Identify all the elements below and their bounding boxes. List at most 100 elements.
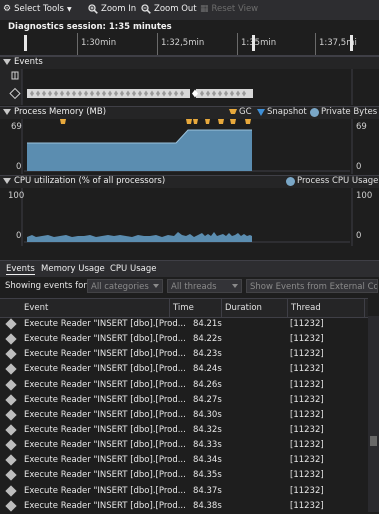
time-ruler[interactable]: 1:30min 1:32,5min 1:35min 1:37,5mi bbox=[0, 33, 379, 56]
event-cell: Execute Reader "INSERT [dbo].[Prod... bbox=[24, 394, 186, 405]
table-scrollbar[interactable] bbox=[368, 316, 379, 512]
events-track[interactable] bbox=[0, 69, 379, 105]
time-cell: 84.27s bbox=[193, 394, 222, 405]
scrollbar-thumb[interactable] bbox=[370, 436, 377, 446]
ruler-end-handle[interactable] bbox=[350, 35, 353, 51]
column-header-event[interactable]: Event bbox=[24, 303, 48, 313]
column-header-duration[interactable]: Duration bbox=[225, 303, 262, 313]
ruler-tick-label: 1:35min bbox=[241, 38, 277, 48]
table-row[interactable]: Execute Reader "INSERT [dbo].[Prod... 84.… bbox=[0, 317, 368, 332]
cpu-section-header[interactable]: CPU utilization (% of all processors) Pr… bbox=[0, 175, 379, 188]
panel-splitter[interactable] bbox=[0, 250, 379, 258]
collapse-icon[interactable] bbox=[3, 109, 11, 115]
filter-bar: Showing events for: All categories All t… bbox=[0, 277, 379, 296]
cpu-y-max-left: 100 bbox=[8, 191, 25, 201]
memory-section-header[interactable]: Process Memory (MB) GC Snapshot Private … bbox=[0, 106, 379, 119]
time-cell: 84.22s bbox=[193, 334, 222, 345]
table-row[interactable]: Execute Reader "INSERT [dbo].[Prod... 84.… bbox=[0, 438, 368, 453]
toolbar: ⚙ Select Tools ▼ Zoom In Zoom Out ▦ Rese… bbox=[0, 0, 379, 20]
cpu-section-title: CPU utilization (% of all processors) bbox=[14, 176, 166, 186]
event-cell: Execute Reader "INSERT [dbo].[Prod... bbox=[24, 379, 186, 390]
event-cell: Execute Reader "INSERT [dbo].[Prod... bbox=[24, 334, 186, 345]
zoom-out-button[interactable]: Zoom Out bbox=[141, 4, 197, 14]
table-row[interactable]: Execute Reader "INSERT [dbo].[Prod... 84.… bbox=[0, 347, 368, 362]
event-cell: Execute Reader "INSERT [dbo].[Prod... bbox=[24, 349, 186, 360]
reset-view-label: Reset View bbox=[211, 4, 259, 14]
table-row[interactable]: Execute Reader "INSERT [dbo].[Prod... 84.… bbox=[0, 362, 368, 377]
collapse-icon[interactable] bbox=[3, 178, 11, 184]
ruler-left-handle[interactable] bbox=[24, 35, 27, 51]
categories-dropdown[interactable]: All categories bbox=[87, 279, 163, 293]
thread-cell: [11232] bbox=[290, 440, 324, 451]
event-cell: Execute Reader "INSERT [dbo].[Prod... bbox=[24, 319, 186, 329]
thread-cell: [11232] bbox=[290, 409, 324, 420]
thread-cell: [11232] bbox=[290, 349, 324, 360]
column-header-thread[interactable]: Thread bbox=[291, 303, 321, 313]
session-duration: Diagnostics session: 1:35 minutes bbox=[8, 22, 172, 32]
table-row[interactable]: Execute Reader "INSERT [dbo].[Prod... 84.… bbox=[0, 423, 368, 438]
memory-chart[interactable]: 69 0 69 0 bbox=[0, 119, 379, 174]
event-diamond-icon bbox=[5, 348, 17, 360]
table-row[interactable]: Execute Reader "INSERT [dbo].[Prod... 84.… bbox=[0, 484, 368, 499]
time-cell: 84.26s bbox=[193, 379, 222, 390]
memory-y-max-right: 69 bbox=[356, 122, 367, 132]
cpu-chart[interactable]: 100 0 100 0 bbox=[0, 188, 379, 246]
table-row[interactable]: Execute Reader "INSERT [dbo].[Prod... 84.… bbox=[0, 408, 368, 423]
tab-memory-usage[interactable]: Memory Usage bbox=[41, 264, 105, 274]
table-row[interactable]: Execute Reader "INSERT [dbo].[Prod... 84.… bbox=[0, 378, 368, 393]
event-diamond-icon bbox=[5, 318, 17, 330]
event-diamond-icon bbox=[5, 500, 17, 512]
event-diamond-icon bbox=[5, 469, 17, 482]
select-tools-button[interactable]: ⚙ Select Tools ▼ bbox=[3, 4, 72, 14]
tab-events[interactable]: Events bbox=[6, 264, 35, 275]
events-track-graphic bbox=[0, 69, 353, 105]
event-cell: Execute Reader "INSERT [dbo].[Prod... bbox=[24, 364, 186, 375]
thread-cell: [11232] bbox=[290, 394, 324, 405]
events-table-body: Execute Reader "INSERT [dbo].[Prod... 84.… bbox=[0, 317, 368, 514]
snapshot-legend-icon bbox=[257, 109, 265, 116]
event-diamond-icon bbox=[5, 439, 17, 451]
reset-view-button[interactable]: ▦ Reset View bbox=[200, 4, 258, 14]
memory-section-title: Process Memory (MB) bbox=[14, 107, 107, 117]
gc-legend-label: GC bbox=[239, 107, 252, 117]
time-cell: 84.35s bbox=[193, 470, 222, 481]
thread-cell: [11232] bbox=[290, 364, 324, 375]
snapshot-legend-label: Snapshot bbox=[267, 107, 307, 117]
thread-cell: [11232] bbox=[290, 319, 324, 329]
events-section-header[interactable]: Events bbox=[0, 56, 379, 69]
show-external-code-button[interactable]: Show Events from External Code bbox=[246, 279, 378, 293]
details-tabs: Events Memory Usage CPU Usage bbox=[0, 260, 379, 278]
table-row[interactable]: Execute Reader "INSERT [dbo].[Prod... 84.… bbox=[0, 468, 368, 483]
event-cell: Execute Reader "INSERT [dbo].[Prod... bbox=[24, 424, 186, 435]
event-cell: Execute Reader "INSERT [dbo].[Prod... bbox=[24, 440, 186, 451]
collapse-icon[interactable] bbox=[3, 59, 11, 65]
select-tools-label: Select Tools bbox=[14, 4, 64, 14]
table-row[interactable]: Execute Reader "INSERT [dbo].[Prod... 84.… bbox=[0, 393, 368, 408]
thread-cell: [11232] bbox=[290, 455, 324, 466]
ruler-right-handle[interactable] bbox=[252, 35, 255, 51]
time-cell: 84.34s bbox=[193, 455, 222, 466]
event-diamond-icon bbox=[5, 484, 17, 497]
cpu-y-min-right: 0 bbox=[356, 231, 362, 241]
zoom-out-icon bbox=[141, 4, 151, 14]
memory-chart-graphic bbox=[0, 119, 379, 174]
event-cell: Execute Reader "INSERT [dbo].[Prod... bbox=[24, 409, 186, 420]
zoom-in-button[interactable]: Zoom In bbox=[88, 4, 136, 14]
event-diamond-icon bbox=[5, 424, 17, 436]
cpu-y-max-right: 100 bbox=[356, 191, 373, 201]
threads-dropdown[interactable]: All threads bbox=[167, 279, 242, 293]
tab-cpu-usage[interactable]: CPU Usage bbox=[110, 264, 156, 274]
column-header-time[interactable]: Time bbox=[173, 303, 194, 313]
categories-value: All categories bbox=[91, 282, 149, 292]
table-row[interactable]: Execute Reader "INSERT [dbo].[Prod... 84.… bbox=[0, 453, 368, 468]
events-gutter bbox=[0, 69, 22, 105]
table-row[interactable]: Execute Reader "INSERT [dbo].[Prod... 84.… bbox=[0, 332, 368, 347]
thread-cell: [11232] bbox=[290, 470, 324, 481]
ruler-tick bbox=[77, 33, 78, 55]
chevron-down-icon bbox=[232, 284, 238, 288]
event-cell: Execute Reader "INSERT [dbo].[Prod... bbox=[24, 470, 186, 481]
reset-view-icon: ▦ bbox=[200, 4, 209, 14]
events-section-title: Events bbox=[14, 57, 43, 67]
time-cell: 84.24s bbox=[193, 364, 222, 375]
time-cell: 84.33s bbox=[193, 440, 222, 451]
